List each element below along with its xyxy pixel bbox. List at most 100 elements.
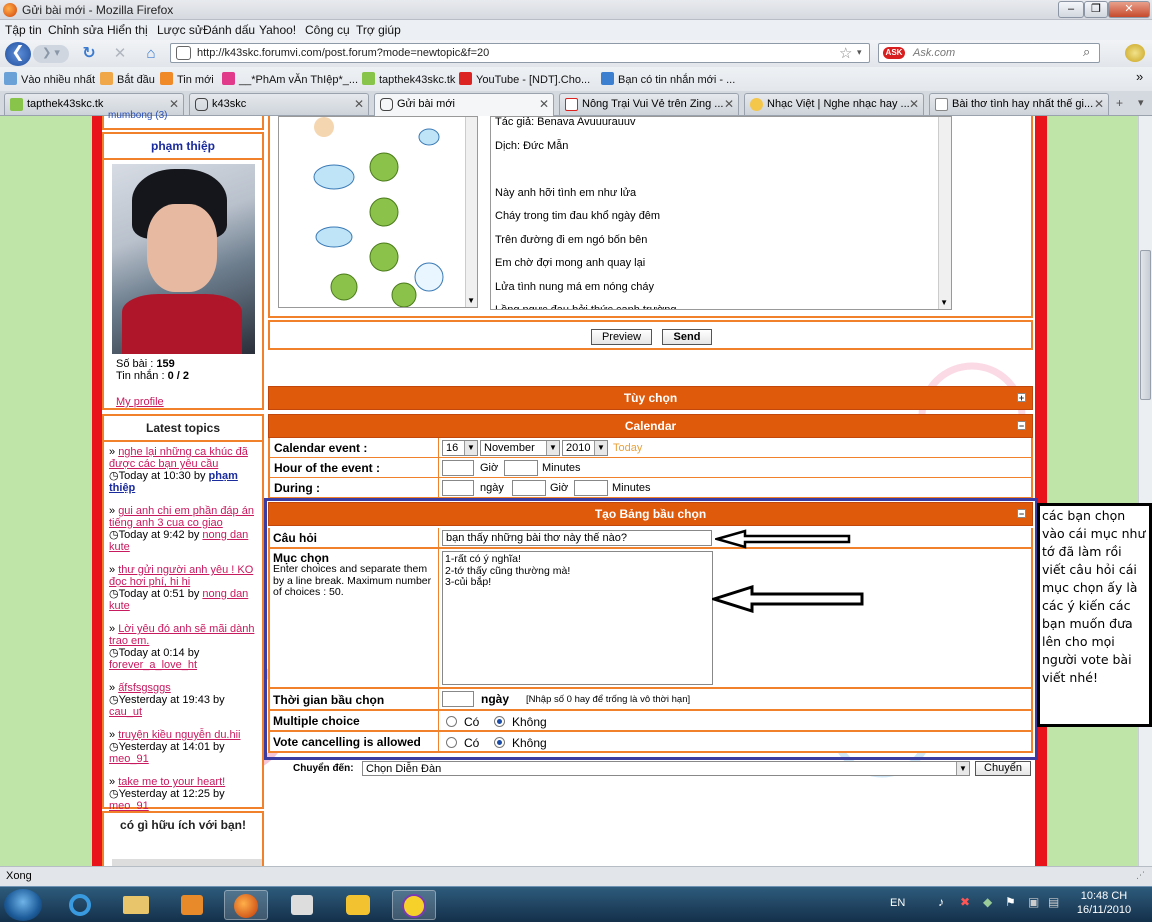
cancel-yes-radio[interactable] bbox=[446, 737, 457, 748]
tray-icon[interactable]: ◆ bbox=[983, 895, 992, 909]
bookmark-item[interactable]: Tin mới bbox=[160, 72, 214, 86]
menu-view[interactable]: Hiển thị bbox=[107, 23, 148, 37]
forward-button[interactable]: ❯ ▾ bbox=[33, 45, 69, 63]
volume-icon[interactable]: ♪ bbox=[938, 895, 944, 909]
close-tab-icon[interactable]: ✕ bbox=[169, 97, 179, 111]
my-profile-link[interactable]: My profile bbox=[116, 396, 164, 408]
bookmark-item[interactable]: Vào nhiều nhất bbox=[4, 72, 95, 86]
system-clock[interactable]: 10:48 CH 16/11/2010 bbox=[1072, 889, 1136, 917]
search-bar[interactable]: ASK Ask.com ⌕ bbox=[878, 43, 1100, 63]
scroll-down-icon[interactable]: ▼ bbox=[940, 298, 948, 307]
close-tab-icon[interactable]: ✕ bbox=[354, 97, 364, 111]
minute-input[interactable] bbox=[504, 460, 538, 476]
topic-author[interactable]: meo_91 bbox=[109, 753, 149, 765]
multiple-no-radio[interactable] bbox=[494, 716, 505, 727]
menu-edit[interactable]: Chỉnh sửa bbox=[48, 23, 103, 37]
more-bookmarks-icon[interactable]: » bbox=[1136, 69, 1143, 84]
maximize-button[interactable]: ❐ bbox=[1084, 1, 1108, 18]
topic-link[interactable]: gui anh chi em phần đáp án tiếng anh 3 c… bbox=[109, 505, 254, 529]
bookmark-item[interactable]: Bắt đầu bbox=[100, 72, 155, 86]
year-select[interactable]: 2010 ▼ bbox=[562, 440, 608, 456]
start-button[interactable] bbox=[4, 889, 42, 921]
star-icon[interactable]: ☆ bbox=[839, 44, 852, 62]
choices-textarea[interactable]: 1-rất có ý nghĩa! 2-tớ thấy cũng thường m… bbox=[442, 551, 713, 685]
message-textarea[interactable]: Tác giả: Benava Avuuurauuv Dịch: Đức Mẫn N… bbox=[490, 116, 952, 310]
tray-icon[interactable]: ▤ bbox=[1048, 895, 1059, 909]
close-button[interactable]: ✕ bbox=[1108, 1, 1150, 18]
bookmark-item[interactable]: __*PhAm vĂn ThIệp*_... bbox=[222, 72, 358, 86]
back-button[interactable]: ❮ bbox=[5, 42, 31, 66]
bookmark-item[interactable]: Bạn có tin nhắn mới - ... bbox=[601, 72, 735, 86]
hour-input[interactable] bbox=[442, 460, 474, 476]
options-header[interactable]: Tùy chọn + bbox=[268, 386, 1033, 410]
tab[interactable]: Nông Trại Vui Vẻ trên Zing ... ✕ bbox=[559, 93, 739, 115]
menu-yahoo[interactable]: Yahoo! bbox=[259, 23, 296, 37]
network-icon[interactable]: ✖ bbox=[960, 895, 970, 909]
preview-button[interactable]: Preview bbox=[591, 329, 652, 345]
close-tab-icon[interactable]: ✕ bbox=[539, 97, 549, 111]
new-tab-icon[interactable]: + bbox=[1116, 96, 1123, 110]
home-icon[interactable]: ⌂ bbox=[141, 44, 161, 64]
cancel-no-radio[interactable] bbox=[494, 737, 505, 748]
menu-bookmarks[interactable]: Đánh dấu bbox=[203, 23, 255, 37]
tray-icon[interactable]: ▣ bbox=[1028, 895, 1039, 909]
month-select[interactable]: November ▼ bbox=[480, 440, 560, 456]
internet-explorer-icon[interactable] bbox=[58, 890, 102, 920]
url-bar[interactable]: http://k43skc.forumvi.com/post.forum?mod… bbox=[170, 43, 870, 63]
poll-header[interactable]: Tạo Bảng bầu chọn − bbox=[268, 502, 1033, 526]
menu-history[interactable]: Lược sử bbox=[157, 23, 203, 37]
explorer-icon[interactable] bbox=[114, 890, 158, 920]
minimize-button[interactable]: ‒ bbox=[1058, 1, 1084, 18]
scroll-down-icon[interactable]: ▼ bbox=[467, 296, 475, 305]
menu-tools[interactable]: Công cụ bbox=[305, 23, 350, 37]
during-days-input[interactable] bbox=[442, 480, 474, 496]
firefox-taskbar-icon[interactable] bbox=[224, 890, 268, 920]
close-tab-icon[interactable]: ✕ bbox=[1094, 97, 1104, 111]
day-select[interactable]: 16 ▼ bbox=[442, 440, 478, 456]
tab-list-icon[interactable]: ▾ bbox=[1138, 96, 1144, 109]
stop-icon[interactable]: ✕ bbox=[111, 45, 129, 63]
close-tab-icon[interactable]: ✕ bbox=[724, 97, 734, 111]
send-button[interactable]: Send bbox=[662, 329, 712, 345]
collapse-icon[interactable]: − bbox=[1017, 421, 1026, 431]
menu-help[interactable]: Trợ giúp bbox=[356, 23, 401, 37]
jump-select[interactable]: Chọn Diễn Đàn ▼ bbox=[362, 761, 970, 776]
reload-icon[interactable]: ↻ bbox=[80, 45, 98, 63]
url-dropdown-icon[interactable]: ▾ bbox=[857, 47, 862, 58]
collapse-icon[interactable]: − bbox=[1017, 509, 1026, 519]
language-indicator[interactable]: EN bbox=[890, 897, 905, 909]
topic-link[interactable]: truyện kiều nguyễn du.hii bbox=[118, 729, 240, 741]
during-hours-input[interactable] bbox=[512, 480, 546, 496]
partial-link[interactable]: mumbong (3) bbox=[104, 110, 262, 121]
topic-link[interactable]: Lời yêu đó anh sẽ mãi dành trao em. bbox=[109, 623, 254, 647]
scrollbar-thumb[interactable] bbox=[1140, 250, 1151, 400]
topic-link[interactable]: thư gửi người anh yêu ! KO đọc hơi phí, … bbox=[109, 564, 253, 588]
menu-file[interactable]: Tập tin bbox=[5, 23, 42, 37]
today-link[interactable]: Today bbox=[613, 442, 642, 454]
bookmark-item[interactable]: tapthek43skc.tk bbox=[362, 72, 455, 86]
topic-link[interactable]: nghe lại những ca khúc đã được các bạn y… bbox=[109, 446, 248, 470]
topic-author[interactable]: cau_ut bbox=[109, 706, 142, 718]
expand-icon[interactable]: + bbox=[1017, 393, 1026, 403]
yahoo-messenger-icon[interactable] bbox=[392, 890, 436, 920]
bookmark-item[interactable]: YouTube - [NDT].Cho... bbox=[459, 72, 590, 86]
smilies-box[interactable]: ▼ bbox=[278, 116, 478, 308]
question-input[interactable]: bạn thấy những bài thơ này thế nào? bbox=[442, 530, 712, 546]
tab-active[interactable]: Gửi bài mới ✕ bbox=[374, 93, 554, 117]
topic-author[interactable]: forever_a_love_ht bbox=[109, 659, 197, 671]
tab[interactable]: Nhạc Việt | Nghe nhạc hay ... ✕ bbox=[744, 93, 924, 115]
calendar-header[interactable]: Calendar − bbox=[268, 414, 1033, 438]
profile-title[interactable]: phạm thiệp bbox=[104, 134, 262, 160]
multiple-yes-radio[interactable] bbox=[446, 716, 457, 727]
jump-button[interactable]: Chuyển bbox=[975, 761, 1031, 776]
duration-input[interactable] bbox=[442, 691, 474, 707]
topic-link[interactable]: take me to your heart! bbox=[118, 776, 225, 788]
vertical-scrollbar[interactable] bbox=[1138, 116, 1152, 866]
addon-icon[interactable] bbox=[1125, 44, 1145, 62]
close-tab-icon[interactable]: ✕ bbox=[909, 97, 919, 111]
flag-icon[interactable]: ⚑ bbox=[1005, 895, 1016, 909]
tab[interactable]: Bài thơ tình hay nhất thế gi... ✕ bbox=[929, 93, 1109, 115]
during-minutes-input[interactable] bbox=[574, 480, 608, 496]
app-icon[interactable] bbox=[280, 890, 324, 920]
search-icon[interactable]: ⌕ bbox=[1083, 44, 1090, 60]
